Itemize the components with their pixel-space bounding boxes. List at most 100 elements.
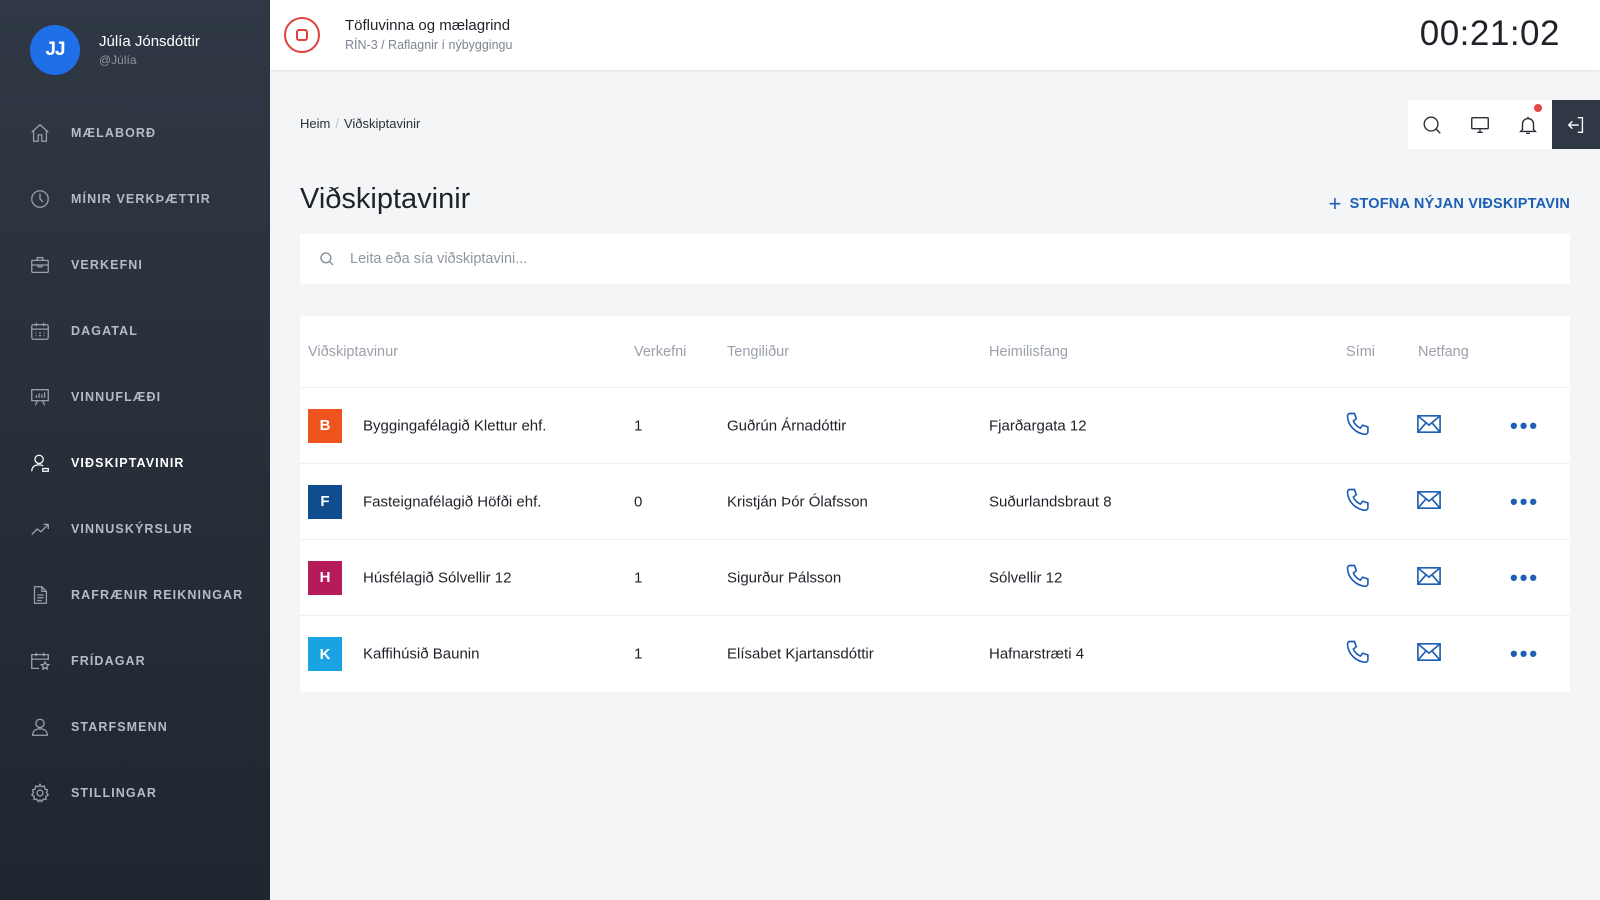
sidebar-item-work-reports[interactable]: VINNUSKÝRSLUR: [0, 496, 270, 562]
plus-icon: +: [1328, 191, 1342, 216]
email-button[interactable]: [1415, 638, 1443, 670]
sidebar-item-label: DAGATAL: [71, 324, 138, 338]
project-count: 1: [634, 417, 643, 434]
user-icon: [29, 452, 51, 474]
customer-name[interactable]: Húsfélagið Sólvellir 12: [363, 569, 511, 586]
document-icon: [29, 584, 51, 606]
table-row[interactable]: K Kaffihúsið Baunin 1 Elísabet Kjartansd…: [300, 616, 1570, 692]
email-button[interactable]: [1415, 410, 1443, 442]
mail-icon: [1417, 490, 1441, 509]
phone-icon: [1346, 488, 1369, 511]
sidebar-item-workflow[interactable]: VINNUFLÆÐI: [0, 364, 270, 430]
more-options-button[interactable]: •••: [1510, 413, 1539, 439]
more-options-button[interactable]: •••: [1510, 641, 1539, 667]
contact-name: Guðrún Árnadóttir: [727, 417, 847, 434]
avatar[interactable]: JJ: [30, 25, 80, 75]
project-count: 0: [634, 493, 643, 510]
sidebar-item-my-tasks[interactable]: MÍNIR VERKÞÆTTIR: [0, 166, 270, 232]
breadcrumb-home[interactable]: Heim: [300, 116, 330, 131]
customer-initial-badge: F: [308, 484, 342, 519]
logout-icon: [1567, 116, 1584, 133]
calendar-star-icon: [29, 650, 51, 672]
monitor-icon: [1471, 116, 1489, 133]
table-row[interactable]: F Fasteignafélagið Höfði ehf. 0 Kristján…: [300, 464, 1570, 540]
address: Suðurlandsbraut 8: [989, 493, 1112, 510]
more-options-button[interactable]: •••: [1510, 489, 1539, 515]
sidebar-item-label: VINNUFLÆÐI: [71, 390, 162, 404]
sidebar-item-label: STILLINGAR: [71, 786, 157, 800]
phone-button[interactable]: [1344, 486, 1372, 518]
header-contact[interactable]: Tengiliður: [727, 344, 789, 360]
sidebar-item-calendar[interactable]: DAGATAL: [0, 298, 270, 364]
stop-icon: [296, 29, 308, 41]
active-task-title: Töfluvinna og mælagrind: [345, 17, 511, 34]
gear-icon: [29, 782, 51, 804]
sidebar-item-employees[interactable]: STARFSMENN: [0, 694, 270, 760]
contact-name: Elísabet Kjartansdóttir: [727, 645, 874, 663]
users-icon: [29, 716, 51, 738]
sidebar-item-dashboard[interactable]: MÆLABORÐ: [0, 100, 270, 166]
header-phone: Sími: [1346, 343, 1375, 360]
new-customer-label: STOFNA NÝJAN VIÐSKIPTAVIN: [1349, 196, 1570, 212]
email-button[interactable]: [1415, 486, 1443, 518]
top-bar: Töfluvinna og mælagrind RÍN-3 / Raflagni…: [270, 0, 1600, 70]
address: Hafnarstræti 4: [989, 645, 1085, 663]
header-email: Netfang: [1418, 343, 1469, 360]
bell-icon: [1519, 116, 1537, 134]
address: Sólvellir 12: [989, 569, 1063, 586]
timer: 00:21:02: [1419, 14, 1560, 53]
notification-dot: [1534, 104, 1542, 112]
header-address[interactable]: Heimilisfang: [989, 344, 1068, 360]
profile-handle: @Júlía: [99, 53, 137, 67]
table-row[interactable]: H Húsfélagið Sólvellir 12 1 Sigurður Pál…: [300, 540, 1570, 616]
sidebar-item-label: FRÍDAGAR: [71, 654, 146, 668]
sidebar-item-label: VERKEFNI: [71, 258, 144, 272]
breadcrumb-current: Viðskiptavinir: [343, 116, 421, 131]
email-button[interactable]: [1415, 562, 1443, 594]
search-input[interactable]: [350, 251, 1250, 267]
sidebar-item-label: VIÐSKIPTAVINIR: [71, 456, 185, 470]
phone-button[interactable]: [1344, 638, 1372, 670]
sidebar-item-holidays[interactable]: FRÍDAGAR: [0, 628, 270, 694]
active-task-subtitle: RÍN-3 / Raflagnir í nýbyggingu: [345, 38, 513, 52]
notifications-button[interactable]: [1504, 100, 1552, 149]
phone-button[interactable]: [1344, 410, 1372, 442]
stop-timer-button[interactable]: [284, 17, 320, 53]
sidebar-item-e-invoices[interactable]: RAFRÆNIR REIKNINGAR: [0, 562, 270, 628]
table-row[interactable]: B Byggingafélagið Klettur ehf. 1 Guðrún …: [300, 388, 1570, 464]
search-icon: [1423, 116, 1441, 134]
profile-text: Júlía Jónsdóttir @Júlía: [99, 33, 200, 67]
search-button[interactable]: [1408, 100, 1456, 149]
more-options-button[interactable]: •••: [1510, 565, 1539, 591]
sidebar-item-customers[interactable]: VIÐSKIPTAVINIR: [0, 430, 270, 496]
header-customer[interactable]: Viðskiptavinur: [308, 344, 398, 360]
breadcrumb: Heim / Viðskiptavinir: [300, 116, 420, 131]
sidebar-nav: MÆLABORÐ MÍNIR VERKÞÆTTIR VERKEFNI DAGAT…: [0, 100, 270, 826]
customer-name[interactable]: Fasteignafélagið Höfði ehf.: [363, 493, 541, 510]
screen-button[interactable]: [1456, 100, 1504, 149]
page-title: Viðskiptavinir: [300, 183, 471, 215]
customer-name[interactable]: Kaffihúsið Baunin: [363, 646, 479, 663]
user-profile[interactable]: JJ Júlía Jónsdóttir @Júlía: [0, 0, 270, 100]
project-count: 1: [634, 645, 643, 663]
customer-name[interactable]: Byggingafélagið Klettur ehf.: [363, 417, 546, 434]
phone-icon: [1346, 640, 1369, 664]
sidebar-item-label: RAFRÆNIR REIKNINGAR: [71, 588, 244, 602]
logout-button[interactable]: [1552, 100, 1600, 149]
sidebar-item-label: STARFSMENN: [71, 720, 168, 734]
customer-initial-badge: B: [308, 408, 342, 443]
search-bar: [300, 234, 1570, 284]
sidebar: JJ Júlía Jónsdóttir @Júlía MÆLABORÐ MÍNI…: [0, 0, 270, 900]
sidebar-item-label: VINNUSKÝRSLUR: [71, 522, 193, 536]
profile-name: Júlía Jónsdóttir: [99, 33, 200, 50]
phone-button[interactable]: [1344, 562, 1372, 594]
header-projects[interactable]: Verkefni: [634, 344, 686, 360]
trend-icon: [29, 518, 51, 540]
mail-icon: [1417, 566, 1441, 585]
home-icon: [29, 122, 51, 144]
sidebar-item-settings[interactable]: STILLINGAR: [0, 760, 270, 826]
breadcrumb-separator: /: [335, 116, 339, 131]
new-customer-button[interactable]: + STOFNA NÝJAN VIÐSKIPTAVIN: [1328, 191, 1570, 216]
sidebar-item-projects[interactable]: VERKEFNI: [0, 232, 270, 298]
contact-name: Kristján Þór Ólafsson: [727, 493, 868, 510]
